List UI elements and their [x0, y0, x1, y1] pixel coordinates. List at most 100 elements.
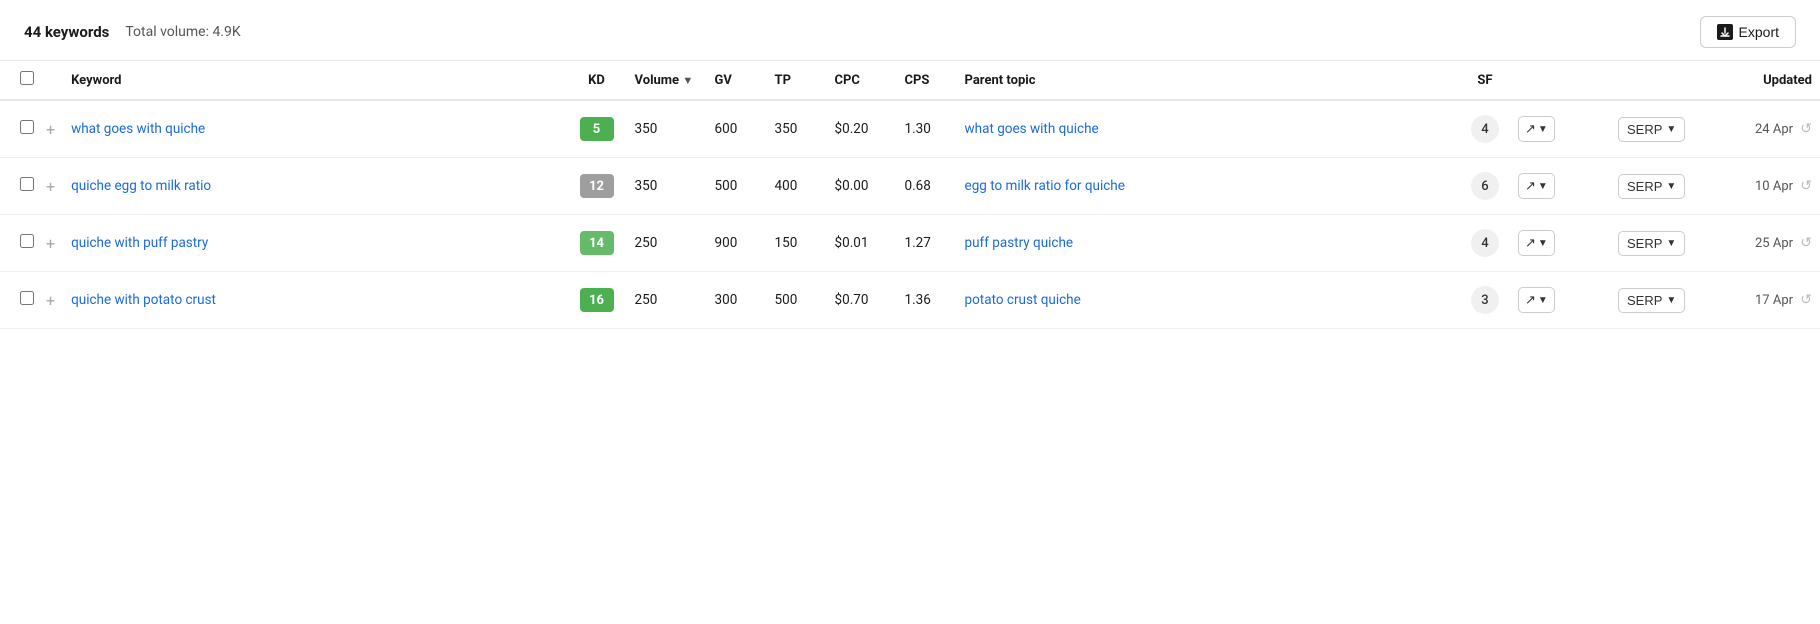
table-row: + quiche with potato crust 16 250 300 50… [0, 272, 1820, 329]
keyword-link[interactable]: quiche with puff pastry [71, 235, 208, 251]
row-tp-cell: 500 [767, 272, 827, 329]
row-kd-cell: 5 [567, 100, 627, 158]
table-header-row: Keyword KD Volume ▼ GV TP [0, 61, 1820, 100]
col-header-cps[interactable]: CPS [897, 61, 957, 100]
col-header-volume[interactable]: Volume ▼ [627, 61, 707, 100]
row-trend-cell: ↗ ▼ [1510, 272, 1610, 329]
total-volume: Total volume: 4.9K [125, 24, 240, 40]
refresh-icon[interactable]: ↺ [1800, 235, 1812, 251]
row-expand-cell[interactable]: + [38, 272, 63, 329]
row-gv-cell: 300 [707, 272, 767, 329]
updated-date: 24 Apr [1755, 122, 1793, 137]
select-all-header [0, 61, 38, 100]
row-cps-cell: 1.36 [897, 272, 957, 329]
serp-dropdown-button[interactable]: SERP ▼ [1618, 174, 1685, 199]
col-header-tp[interactable]: TP [767, 61, 827, 100]
trend-dropdown-arrow: ▼ [1538, 124, 1548, 135]
plus-header [38, 61, 63, 100]
row-trend-cell: ↗ ▼ [1510, 158, 1610, 215]
export-icon [1717, 24, 1733, 40]
row-keyword-cell: what goes with quiche [63, 100, 566, 158]
select-all-checkbox[interactable] [20, 71, 34, 85]
col-header-parent-topic[interactable]: Parent topic [957, 61, 1460, 100]
export-label: Export [1739, 24, 1779, 40]
row-cps-cell: 1.27 [897, 215, 957, 272]
row-gv-cell: 900 [707, 215, 767, 272]
row-kd-cell: 16 [567, 272, 627, 329]
serp-dropdown-arrow: ▼ [1666, 124, 1676, 135]
row-checkbox[interactable] [20, 234, 34, 248]
row-kd-cell: 12 [567, 158, 627, 215]
parent-topic-link[interactable]: potato crust quiche [965, 292, 1081, 308]
col-header-trend [1510, 61, 1610, 100]
serp-dropdown-arrow: ▼ [1666, 181, 1676, 192]
serp-dropdown-button[interactable]: SERP ▼ [1618, 231, 1685, 256]
kd-badge: 14 [580, 231, 614, 255]
refresh-icon[interactable]: ↺ [1800, 292, 1812, 308]
updated-date: 10 Apr [1755, 179, 1793, 194]
table-row: + quiche with puff pastry 14 250 900 150… [0, 215, 1820, 272]
trend-button[interactable]: ↗ ▼ [1518, 287, 1555, 313]
table-container: Keyword KD Volume ▼ GV TP [0, 61, 1820, 329]
row-keyword-cell: quiche with potato crust [63, 272, 566, 329]
export-button[interactable]: Export [1700, 16, 1796, 48]
trend-icon: ↗ [1525, 178, 1536, 194]
keywords-table: Keyword KD Volume ▼ GV TP [0, 61, 1820, 329]
row-checkbox[interactable] [20, 291, 34, 305]
row-gv-cell: 600 [707, 100, 767, 158]
serp-label: SERP [1627, 122, 1662, 137]
row-keyword-cell: quiche egg to milk ratio [63, 158, 566, 215]
updated-date: 17 Apr [1755, 293, 1793, 308]
table-body: + what goes with quiche 5 350 600 350 $0… [0, 100, 1820, 329]
row-expand-cell[interactable]: + [38, 215, 63, 272]
row-volume-cell: 250 [627, 215, 707, 272]
keyword-link[interactable]: what goes with quiche [71, 121, 205, 137]
serp-dropdown-button[interactable]: SERP ▼ [1618, 117, 1685, 142]
keywords-count: 44 keywords [24, 23, 109, 41]
row-volume-cell: 350 [627, 158, 707, 215]
col-header-updated[interactable]: Updated [1720, 61, 1820, 100]
parent-topic-link[interactable]: what goes with quiche [965, 121, 1099, 137]
row-parent-cell: egg to milk ratio for quiche [957, 158, 1460, 215]
trend-dropdown-arrow: ▼ [1538, 295, 1548, 306]
header-bar: 44 keywords Total volume: 4.9K Export [0, 0, 1820, 61]
col-header-kd[interactable]: KD [567, 61, 627, 100]
trend-button[interactable]: ↗ ▼ [1518, 230, 1555, 256]
row-updated-cell: 25 Apr ↺ [1720, 215, 1820, 272]
row-expand-cell[interactable]: + [38, 158, 63, 215]
parent-topic-link[interactable]: egg to milk ratio for quiche [965, 178, 1125, 194]
row-cpc-cell: $0.00 [827, 158, 897, 215]
row-serp-cell: SERP ▼ [1610, 272, 1720, 329]
col-header-keyword[interactable]: Keyword [63, 61, 566, 100]
trend-dropdown-arrow: ▼ [1538, 181, 1548, 192]
row-kd-cell: 14 [567, 215, 627, 272]
keyword-link[interactable]: quiche with potato crust [71, 292, 216, 308]
row-checkbox[interactable] [20, 120, 34, 134]
row-volume-cell: 350 [627, 100, 707, 158]
row-checkbox-cell [0, 215, 38, 272]
trend-button[interactable]: ↗ ▼ [1518, 116, 1555, 142]
row-cpc-cell: $0.01 [827, 215, 897, 272]
volume-sort-arrow: ▼ [682, 74, 693, 87]
row-checkbox-cell [0, 158, 38, 215]
col-header-sf[interactable]: SF [1460, 61, 1510, 100]
trend-button[interactable]: ↗ ▼ [1518, 173, 1555, 199]
sf-badge: 3 [1471, 286, 1499, 314]
serp-label: SERP [1627, 293, 1662, 308]
col-header-cpc[interactable]: CPC [827, 61, 897, 100]
row-tp-cell: 400 [767, 158, 827, 215]
row-checkbox-cell [0, 100, 38, 158]
row-expand-cell[interactable]: + [38, 100, 63, 158]
row-parent-cell: puff pastry quiche [957, 215, 1460, 272]
keyword-link[interactable]: quiche egg to milk ratio [71, 178, 211, 194]
row-gv-cell: 500 [707, 158, 767, 215]
serp-dropdown-button[interactable]: SERP ▼ [1618, 288, 1685, 313]
row-checkbox[interactable] [20, 177, 34, 191]
table-row: + what goes with quiche 5 350 600 350 $0… [0, 100, 1820, 158]
row-serp-cell: SERP ▼ [1610, 100, 1720, 158]
updated-date: 25 Apr [1755, 236, 1793, 251]
refresh-icon[interactable]: ↺ [1800, 178, 1812, 194]
col-header-gv[interactable]: GV [707, 61, 767, 100]
parent-topic-link[interactable]: puff pastry quiche [965, 235, 1074, 251]
refresh-icon[interactable]: ↺ [1800, 121, 1812, 137]
